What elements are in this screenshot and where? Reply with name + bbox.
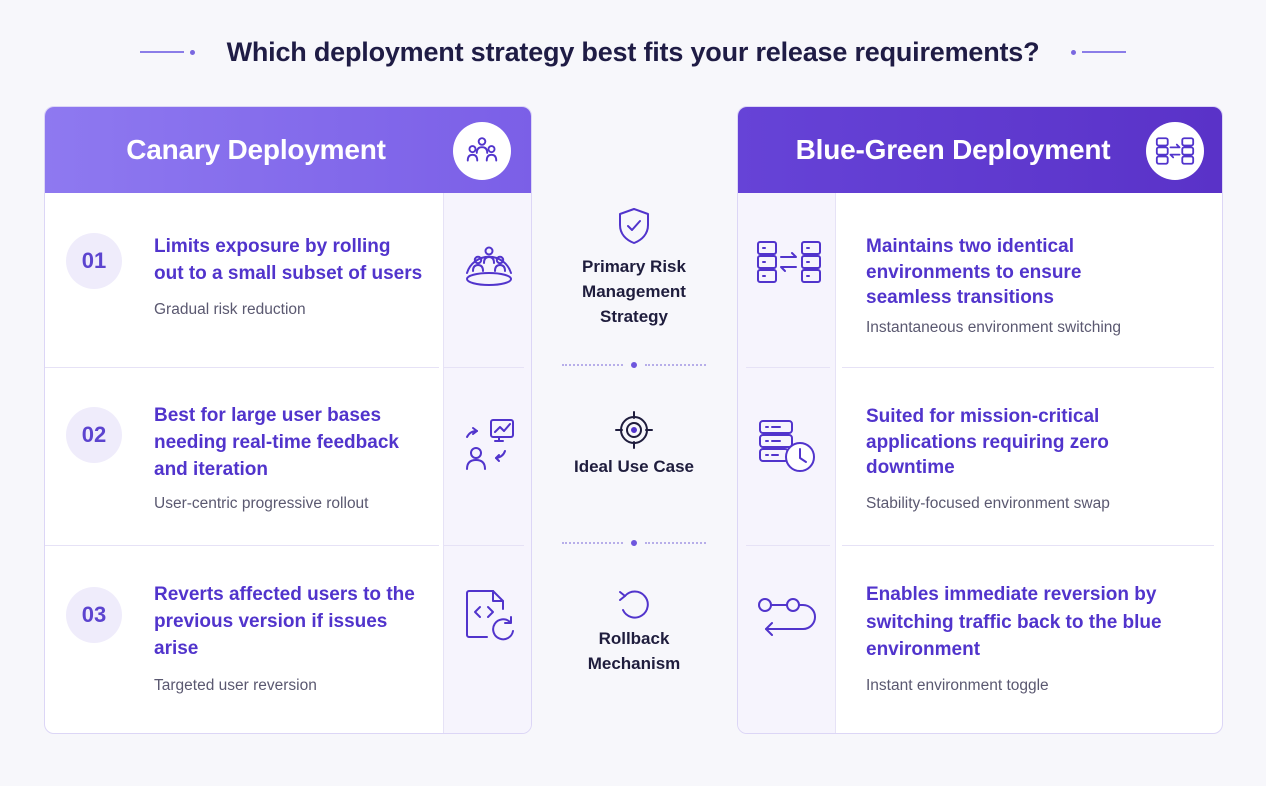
bluegreen-card: Blue-Green Deployment Maintains two iden… xyxy=(737,106,1223,734)
feedback-loop-icon xyxy=(466,419,514,470)
target-icon xyxy=(615,411,653,449)
row-number: 01 xyxy=(66,233,122,289)
server-swap-icon xyxy=(757,241,821,283)
server-clock-icon xyxy=(759,420,815,472)
criteria-divider xyxy=(562,540,706,546)
row-number: 02 xyxy=(66,407,122,463)
criterion-label: Ideal Use Case xyxy=(573,457,694,476)
title-row: Which deployment strategy best fits your… xyxy=(0,30,1266,74)
rollback-icon xyxy=(619,590,649,619)
page-title: Which deployment strategy best fits your… xyxy=(226,36,1040,67)
code-revert-icon xyxy=(466,590,514,641)
bluegreen-row-1: Maintains two identical environments to … xyxy=(738,193,1222,367)
row-subtitle: Gradual risk reduction xyxy=(154,301,306,318)
bluegreen-title: Blue-Green Deployment xyxy=(795,134,1111,165)
row-subtitle: Instantaneous environment switching xyxy=(866,319,1122,336)
server-swap-icon xyxy=(1155,137,1195,165)
row-title: Reverts affected users to the previous v… xyxy=(154,584,415,659)
shield-check-icon xyxy=(619,208,649,244)
bluegreen-header-badge xyxy=(1146,122,1204,180)
traffic-back-icon xyxy=(758,598,816,636)
canary-header-badge xyxy=(453,122,511,180)
canary-row-2: 02 Best for large user bases needing rea… xyxy=(45,367,531,545)
row-title: Suited for mission-critical applications… xyxy=(866,406,1109,478)
row-number: 03 xyxy=(66,587,122,643)
title-decoration-left xyxy=(139,49,201,55)
row-title: Limits exposure by rolling out to a smal… xyxy=(154,236,423,284)
canary-row-3: 03 Reverts affected users to the previou… xyxy=(45,545,531,733)
row-subtitle: User-centric progressive rollout xyxy=(154,495,369,512)
canary-title: Canary Deployment xyxy=(126,134,386,165)
bluegreen-header: Blue-Green Deployment xyxy=(738,107,1222,193)
bluegreen-row-3: Enables immediate reversion by switching… xyxy=(738,545,1222,733)
row-subtitle: Stability-focused environment swap xyxy=(866,495,1110,512)
criterion-risk-management: Primary Risk Management Strategy xyxy=(554,206,714,329)
canary-header: Canary Deployment xyxy=(45,107,531,193)
criterion-label: Rollback Mechanism xyxy=(587,629,681,673)
criteria-divider xyxy=(562,362,706,368)
row-subtitle: Instant environment toggle xyxy=(866,677,1049,694)
row-title: Enables immediate reversion by switching… xyxy=(866,584,1162,660)
row-title: Best for large user bases needing real-t… xyxy=(154,405,399,480)
title-decoration-right xyxy=(1065,49,1127,55)
canary-card: Canary Deployment 01 Limits exposure by … xyxy=(44,106,532,734)
user-subset-icon xyxy=(466,246,512,286)
criterion-rollback: Rollback Mechanism xyxy=(554,586,714,676)
criterion-label: Primary Risk Management Strategy xyxy=(582,257,686,326)
canary-row-1: 01 Limits exposure by rolling out to a s… xyxy=(45,193,531,367)
row-title: Maintains two identical environments to … xyxy=(866,236,1082,308)
criterion-use-case: Ideal Use Case xyxy=(554,410,714,479)
row-subtitle: Targeted user reversion xyxy=(154,677,317,694)
bluegreen-row-2: Suited for mission-critical applications… xyxy=(738,367,1222,545)
user-group-icon xyxy=(466,137,498,162)
